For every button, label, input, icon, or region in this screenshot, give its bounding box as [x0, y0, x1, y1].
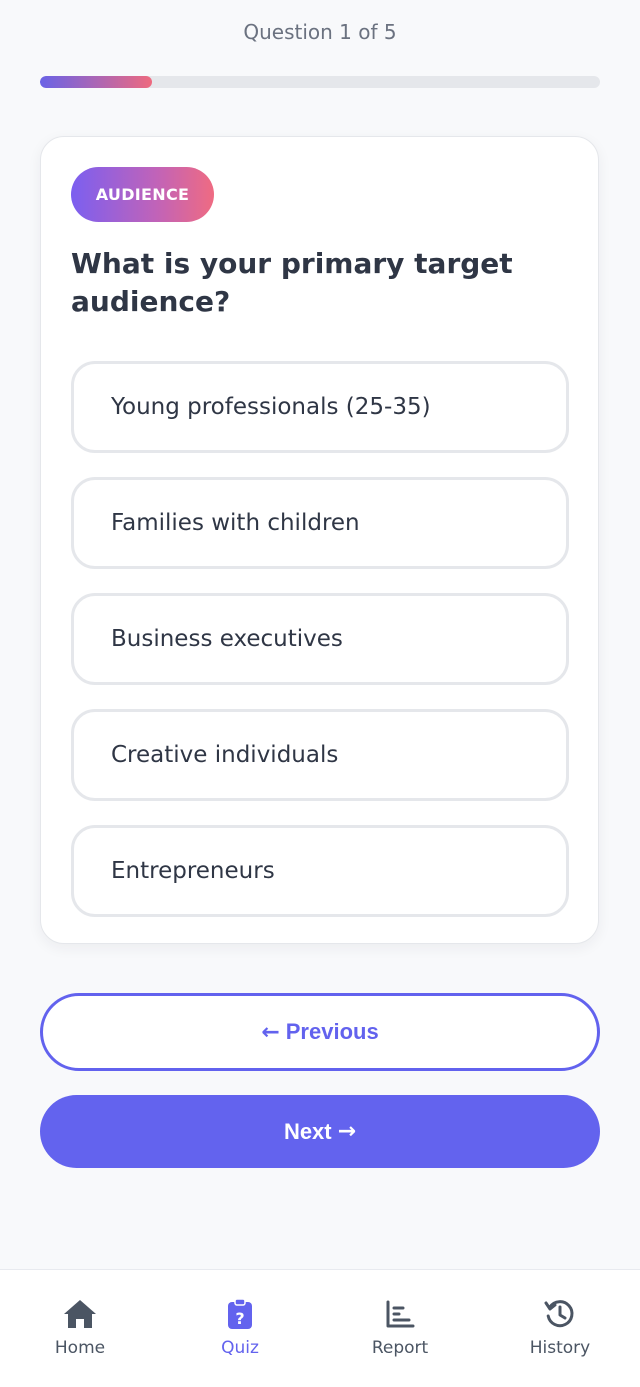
bottom-nav: Home ? Quiz Report History — [0, 1269, 640, 1387]
history-icon — [542, 1296, 578, 1332]
option-entrepreneurs[interactable]: Entrepreneurs — [71, 825, 569, 917]
progress-label: Question 1 of 5 — [243, 20, 397, 44]
next-button-label: Next — [283, 1118, 332, 1144]
nav-label-report: Report — [371, 1338, 429, 1358]
question-card: AUDIENCE What is your primary target aud… — [40, 136, 599, 944]
arrow-right-icon: → — [337, 1119, 357, 1144]
progress-bar — [40, 76, 600, 88]
progress-fill — [40, 76, 152, 88]
option-young-professionals[interactable]: Young professionals (25-35) — [71, 361, 569, 453]
answer-options: Young professionals (25-35) Families wit… — [71, 361, 569, 917]
quiz-icon: ? — [222, 1296, 258, 1332]
report-icon — [382, 1296, 418, 1332]
previous-button-label: Previous — [285, 1019, 379, 1044]
home-icon — [62, 1296, 98, 1332]
svg-text:?: ? — [235, 1309, 244, 1328]
option-creative-individuals[interactable]: Creative individuals — [71, 709, 569, 801]
nav-item-report[interactable]: Report — [320, 1270, 480, 1387]
category-badge: AUDIENCE — [71, 167, 214, 222]
nav-label-history: History — [529, 1338, 591, 1358]
nav-label-home: Home — [54, 1338, 106, 1358]
previous-button[interactable]: ← Previous — [40, 993, 600, 1071]
nav-item-home[interactable]: Home — [0, 1270, 160, 1387]
arrow-left-icon: ← — [261, 1019, 280, 1045]
question-text: What is your primary target audience? — [71, 247, 513, 318]
nav-label-quiz: Quiz — [221, 1338, 259, 1358]
nav-item-history[interactable]: History — [480, 1270, 640, 1387]
nav-item-quiz[interactable]: ? Quiz — [160, 1270, 320, 1387]
next-button[interactable]: Next → — [40, 1095, 600, 1168]
option-families-with-children[interactable]: Families with children — [71, 477, 569, 569]
option-business-executives[interactable]: Business executives — [71, 593, 569, 685]
